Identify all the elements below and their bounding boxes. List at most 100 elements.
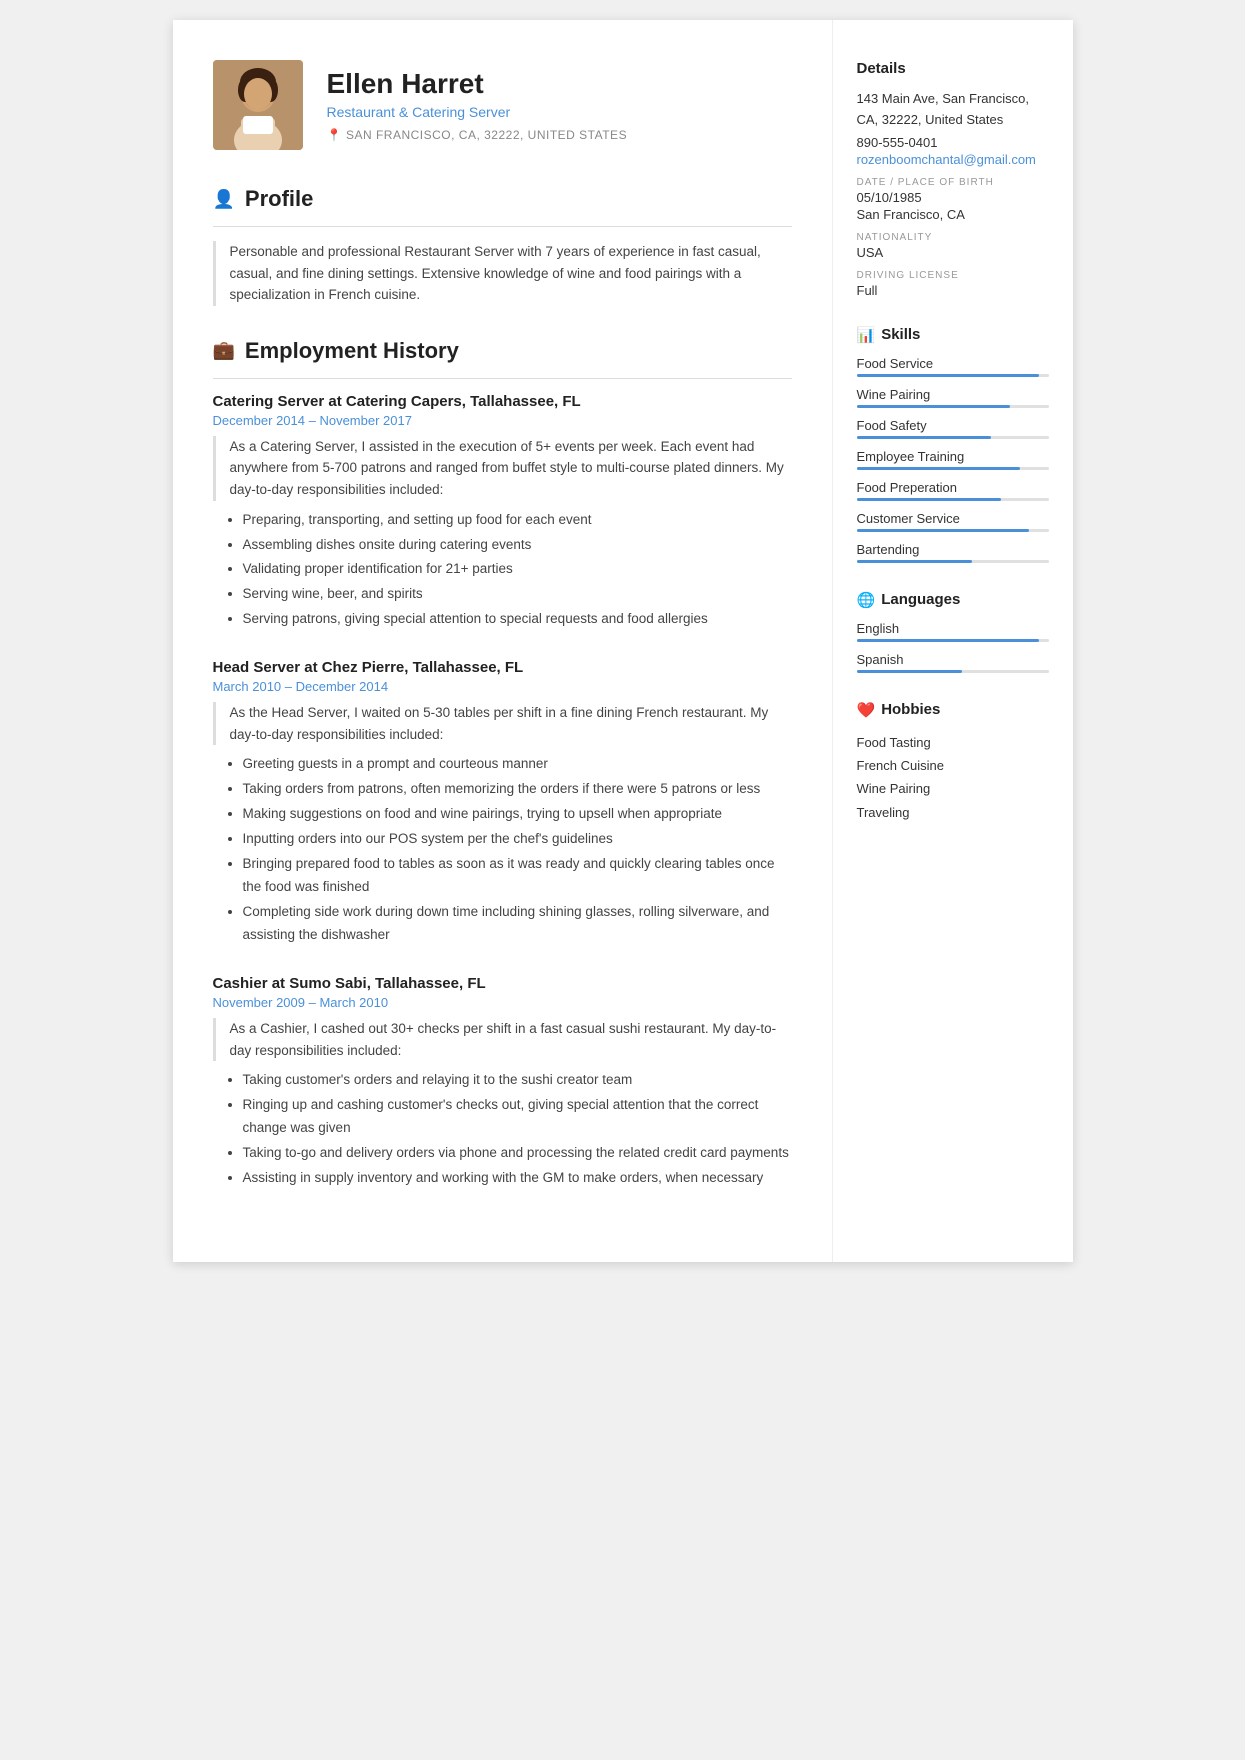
dob: 05/10/1985 bbox=[857, 190, 1049, 205]
skill-item: Customer Service bbox=[857, 511, 1049, 532]
languages-title: 🌐 Languages bbox=[857, 591, 1049, 609]
jobs-container: Catering Server at Catering Capers, Tall… bbox=[213, 393, 792, 1190]
employment-divider bbox=[213, 378, 792, 379]
skill-bar-background bbox=[857, 467, 1049, 470]
skill-bar-fill bbox=[857, 436, 991, 439]
skill-bar-background bbox=[857, 529, 1049, 532]
skill-bar-background bbox=[857, 405, 1049, 408]
skill-bar-background bbox=[857, 436, 1049, 439]
list-item: Assisting in supply inventory and workin… bbox=[243, 1167, 792, 1190]
address: 143 Main Ave, San Francisco, CA, 32222, … bbox=[857, 89, 1049, 131]
list-item: Ringing up and cashing customer's checks… bbox=[243, 1094, 792, 1140]
skill-bar-fill bbox=[857, 467, 1020, 470]
languages-section: 🌐 Languages English Spanish bbox=[857, 591, 1049, 673]
job-bullets: Preparing, transporting, and setting up … bbox=[213, 509, 792, 632]
language-name: Spanish bbox=[857, 652, 1049, 667]
hobbies-icon: ❤️ bbox=[857, 701, 876, 719]
skill-name: Wine Pairing bbox=[857, 387, 1049, 402]
dob-label: DATE / PLACE OF BIRTH bbox=[857, 177, 1049, 188]
skill-name: Food Safety bbox=[857, 418, 1049, 433]
job-item: Head Server at Chez Pierre, Tallahassee,… bbox=[213, 659, 792, 947]
language-item: English bbox=[857, 621, 1049, 642]
skill-item: Bartending bbox=[857, 542, 1049, 563]
hobbies-section: ❤️ Hobbies Food TastingFrench CuisineWin… bbox=[857, 701, 1049, 825]
hobby-item: Food Tasting bbox=[857, 731, 1049, 754]
candidate-name: Ellen Harret bbox=[327, 68, 628, 100]
details-title: Details bbox=[857, 60, 1049, 77]
job-description: As the Head Server, I waited on 5-30 tab… bbox=[213, 702, 792, 745]
skills-section: 📊 Skills Food ServiceWine PairingFood Sa… bbox=[857, 326, 1049, 563]
job-bullets: Taking customer's orders and relaying it… bbox=[213, 1069, 792, 1190]
skill-item: Wine Pairing bbox=[857, 387, 1049, 408]
skill-bar-fill bbox=[857, 529, 1030, 532]
list-item: Preparing, transporting, and setting up … bbox=[243, 509, 792, 532]
hobby-item: French Cuisine bbox=[857, 754, 1049, 777]
job-dates: December 2014 – November 2017 bbox=[213, 413, 792, 428]
skill-item: Food Safety bbox=[857, 418, 1049, 439]
language-bar-background bbox=[857, 639, 1049, 642]
skill-item: Food Service bbox=[857, 356, 1049, 377]
sidebar-column: Details 143 Main Ave, San Francisco, CA,… bbox=[833, 20, 1073, 1262]
location-icon: 📍 bbox=[327, 128, 342, 142]
skill-item: Food Preperation bbox=[857, 480, 1049, 501]
header-info: Ellen Harret Restaurant & Catering Serve… bbox=[327, 68, 628, 142]
language-bar-fill bbox=[857, 639, 1039, 642]
avatar bbox=[213, 60, 303, 150]
language-name: English bbox=[857, 621, 1049, 636]
skill-bar-fill bbox=[857, 405, 1011, 408]
hobbies-container: Food TastingFrench CuisineWine PairingTr… bbox=[857, 731, 1049, 825]
skill-bar-fill bbox=[857, 374, 1039, 377]
details-section: Details 143 Main Ave, San Francisco, CA,… bbox=[857, 60, 1049, 298]
job-bullets: Greeting guests in a prompt and courteou… bbox=[213, 753, 792, 947]
nationality-label: NATIONALITY bbox=[857, 232, 1049, 243]
hobby-item: Traveling bbox=[857, 801, 1049, 824]
list-item: Taking customer's orders and relaying it… bbox=[243, 1069, 792, 1092]
skill-bar-background bbox=[857, 374, 1049, 377]
employment-title: 💼 Employment History bbox=[213, 338, 792, 364]
employment-section: 💼 Employment History Catering Server at … bbox=[213, 338, 792, 1190]
job-item: Cashier at Sumo Sabi, Tallahassee, FLNov… bbox=[213, 975, 792, 1190]
job-description: As a Catering Server, I assisted in the … bbox=[213, 436, 792, 501]
candidate-location: 📍 SAN FRANCISCO, CA, 32222, UNITED STATE… bbox=[327, 128, 628, 142]
resume-container: Ellen Harret Restaurant & Catering Serve… bbox=[173, 20, 1073, 1262]
skill-name: Employee Training bbox=[857, 449, 1049, 464]
skill-item: Employee Training bbox=[857, 449, 1049, 470]
list-item: Taking orders from patrons, often memori… bbox=[243, 778, 792, 801]
dob-place: San Francisco, CA bbox=[857, 207, 1049, 222]
list-item: Completing side work during down time in… bbox=[243, 901, 792, 947]
skill-bar-background bbox=[857, 560, 1049, 563]
list-item: Validating proper identification for 21+… bbox=[243, 558, 792, 581]
profile-title: 👤 Profile bbox=[213, 186, 792, 212]
header-section: Ellen Harret Restaurant & Catering Serve… bbox=[213, 60, 792, 150]
profile-icon: 👤 bbox=[213, 189, 235, 210]
skill-bar-fill bbox=[857, 498, 1001, 501]
skill-name: Bartending bbox=[857, 542, 1049, 557]
candidate-title: Restaurant & Catering Server bbox=[327, 104, 628, 120]
main-column: Ellen Harret Restaurant & Catering Serve… bbox=[173, 20, 833, 1262]
job-item: Catering Server at Catering Capers, Tall… bbox=[213, 393, 792, 631]
list-item: Serving wine, beer, and spirits bbox=[243, 583, 792, 606]
list-item: Taking to-go and delivery orders via pho… bbox=[243, 1142, 792, 1165]
language-bar-background bbox=[857, 670, 1049, 673]
driving-label: DRIVING LICENSE bbox=[857, 270, 1049, 281]
job-title: Catering Server at Catering Capers, Tall… bbox=[213, 393, 792, 410]
list-item: Greeting guests in a prompt and courteou… bbox=[243, 753, 792, 776]
list-item: Serving patrons, giving special attentio… bbox=[243, 608, 792, 631]
profile-section: 👤 Profile Personable and professional Re… bbox=[213, 186, 792, 306]
profile-text: Personable and professional Restaurant S… bbox=[213, 241, 792, 306]
language-item: Spanish bbox=[857, 652, 1049, 673]
email: rozenboomchantal@gmail.com bbox=[857, 152, 1049, 167]
list-item: Inputting orders into our POS system per… bbox=[243, 828, 792, 851]
driving-license: Full bbox=[857, 283, 1049, 298]
skill-name: Food Service bbox=[857, 356, 1049, 371]
skill-name: Customer Service bbox=[857, 511, 1049, 526]
job-dates: March 2010 – December 2014 bbox=[213, 679, 792, 694]
skill-name: Food Preperation bbox=[857, 480, 1049, 495]
profile-divider bbox=[213, 226, 792, 227]
job-description: As a Cashier, I cashed out 30+ checks pe… bbox=[213, 1018, 792, 1061]
skill-bar-fill bbox=[857, 560, 972, 563]
job-dates: November 2009 – March 2010 bbox=[213, 995, 792, 1010]
languages-container: English Spanish bbox=[857, 621, 1049, 673]
phone: 890-555-0401 bbox=[857, 135, 1049, 150]
list-item: Assembling dishes onsite during catering… bbox=[243, 534, 792, 557]
